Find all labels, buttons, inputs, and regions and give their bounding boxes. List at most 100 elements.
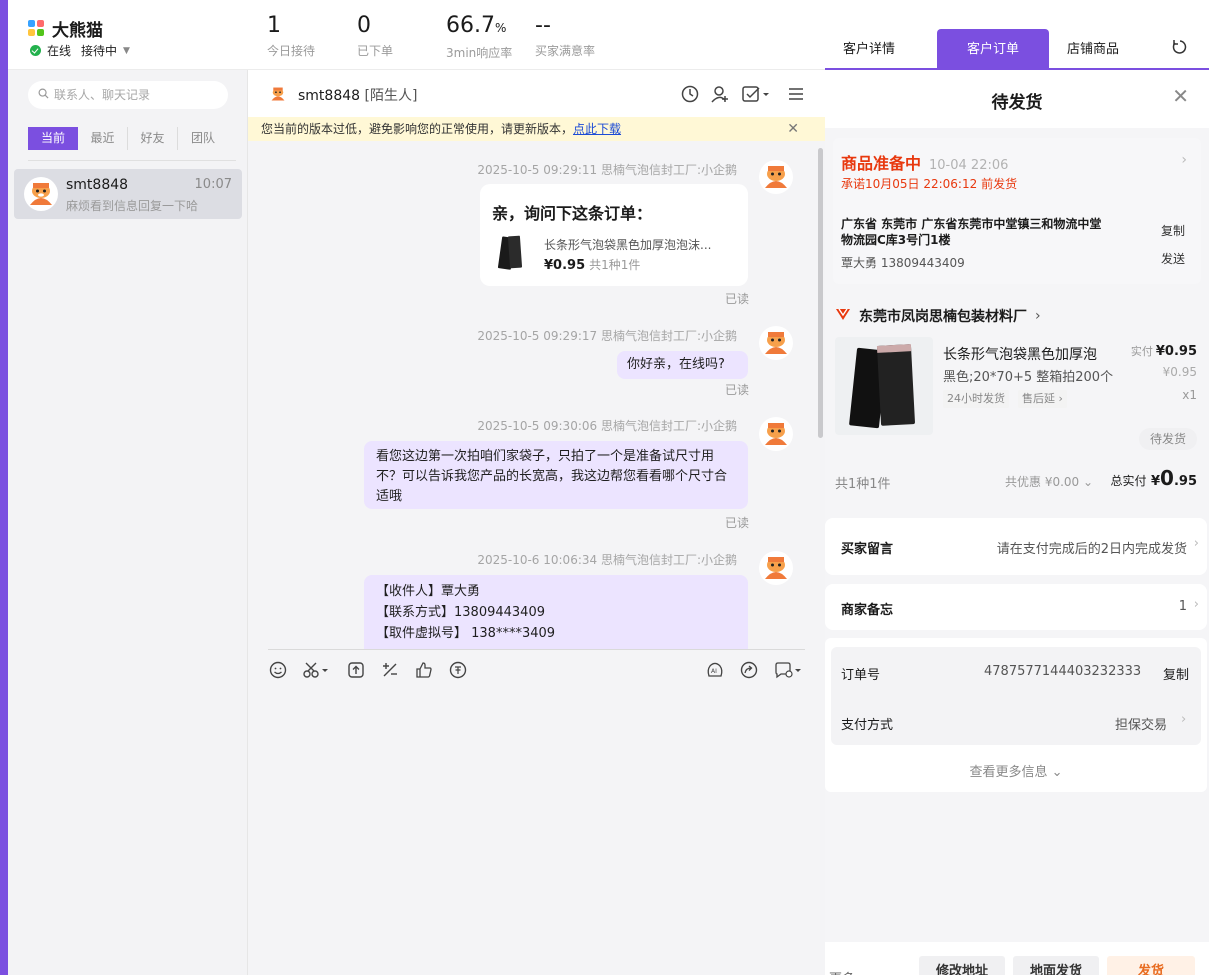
chat-panel: smt8848 [陌生人] 您当前的版本过低，避免影响您的正常使用，请更新版本，… [248,70,825,975]
message-meta: 2025-10-5 09:29:11 思楠气泡信封工厂:小企鹅 [477,163,737,177]
send-address-button[interactable]: 发送 [1161,250,1185,267]
chat-name: smt8848 [298,88,361,104]
tab-customer-detail[interactable]: 客户详情 [825,29,913,68]
buyer-note-row[interactable]: 买家留言 请在支付完成后的2日内完成发货 › [825,518,1207,575]
stat-orders: 0 已下单 [357,12,393,59]
customer-panel: 客户详情 客户订单 店铺商品 待发货 ✕ 商品准备中 10-04 22:06 承诺… [825,0,1209,975]
read-status: 已读 [724,383,749,397]
stat-value: 0 [357,13,371,38]
product-tag[interactable]: 售后延 › [1018,390,1067,408]
stat-label: 已下单 [357,44,394,58]
contact-item[interactable]: smt8848 10:07 麻烦看到信息回复一下哈 [14,169,242,219]
tab-current[interactable]: 当前 [28,127,78,150]
chat-header: smt8848 [陌生人] [248,70,825,117]
real-label: 实付 [1130,345,1153,358]
user-icon[interactable] [710,84,730,104]
search-input[interactable] [54,88,214,102]
close-icon[interactable]: ✕ [787,117,799,141]
chevron-right-icon[interactable]: › [1181,152,1187,168]
message-meta: 2025-10-6 10:06:34 思楠气泡信封工厂:小企鹅 [477,553,737,567]
original-price: ¥0.95 [1162,365,1197,379]
order-action-bar: 更多 修改地址 地面发货 发货 [825,942,1209,975]
penguin-avatar-icon [759,551,793,589]
thumbs-up-icon[interactable] [414,660,434,684]
order-inquiry-card[interactable]: 亲，询问下这条订单： 长条形气泡袋黑色加厚泡泡沫... ¥0.95 共1种1件 [480,184,748,286]
discount-icon[interactable] [380,660,400,684]
tab-recent[interactable]: 最近 [78,127,128,150]
chevron-down-icon[interactable]: ▼ [123,46,130,56]
order-header: 待发货 ✕ [825,70,1209,128]
more-actions-button[interactable]: 更多 [829,968,855,975]
stat-value: 66.7 [446,13,495,38]
buyer-note-value: 请在支付完成后的2日内完成发货 [996,542,1187,557]
close-icon[interactable]: ✕ [1172,84,1189,108]
scissors-icon[interactable] [302,660,330,684]
order-no-label: 订单号 [841,668,881,683]
copy-address-button[interactable]: 复制 [1161,222,1185,239]
product-tag: 24小时发货 [943,390,1009,408]
stat-label: 3min响应率 [446,46,513,60]
translate-icon[interactable] [448,660,468,684]
contact-preview: 麻烦看到信息回复一下哈 [66,199,199,213]
update-notice: 您当前的版本过低，避免影响您的正常使用，请更新版本，点此下载 ✕ [248,117,825,141]
order-count: 共1种1件 [835,477,891,492]
merchant-memo-value: 1 [1178,599,1187,614]
chat-contact-name: smt8848 [陌生人] [298,85,417,105]
shipping-address: 广东省 东莞市 广东省东莞市中堂镇三和物流中堂物流园C库3号门1楼 [841,217,1102,247]
total-paid: 总实付 ¥0.95 [1110,466,1197,490]
buyer-note-label: 买家留言 [841,542,894,557]
scrollbar[interactable] [818,148,823,438]
ship-promise: 承诺10月05日 22:06:12 前发货 [841,177,1018,191]
ai-icon[interactable]: AI [705,660,725,684]
notice-text: 您当前的版本过低，避免影响您的正常使用，请更新版本， [261,122,574,136]
tab-team[interactable]: 团队 [178,127,228,150]
refresh-icon[interactable] [1171,38,1189,60]
search-box[interactable] [28,81,228,109]
discount-summary[interactable]: 共优惠 ¥0.00 ⌄ [1005,473,1093,490]
product-name: 长条形气泡袋黑色加厚泡 [943,347,1097,363]
app-logo-icon [28,19,46,38]
card-count: 共1种1件 [589,258,641,272]
real-price: ¥0.95 [1155,344,1197,359]
chat-tag: [陌生人] [364,88,418,104]
copy-order-button[interactable]: 复制 [1163,664,1189,683]
message-line: 【取件虚拟号】 138****3409 [376,626,556,641]
share-icon[interactable] [739,660,759,684]
ship-button[interactable]: 发货 [1107,956,1195,975]
menu-icon[interactable] [786,84,806,104]
card-title: 亲，询问下这条订单： [492,204,653,223]
shop-link[interactable]: 东莞市凤岗思楠包装材料厂 › [835,306,1041,326]
upload-icon[interactable] [346,660,366,684]
penguin-avatar-icon [759,160,793,198]
read-status: 已读 [724,516,749,530]
shop-name: 东莞市凤岗思楠包装材料厂 [859,309,1027,325]
tab-shop-products[interactable]: 店铺商品 [1049,29,1137,68]
more-info-link[interactable]: 查看更多信息 ⌄ [825,761,1207,780]
tab-customer-orders[interactable]: 客户订单 [937,29,1049,68]
emoji-icon[interactable] [268,660,288,684]
contact-time: 10:07 [194,177,232,192]
product-image[interactable] [835,337,933,435]
quick-reply-icon[interactable] [773,660,803,684]
message-bubble: 看您这边第一次拍咱们家袋子，只拍了一个是准备试尺寸用不？可以告诉我您产品的长宽高… [364,441,748,509]
order-status-box: 商品准备中 10-04 22:06 承诺10月05日 22:06:12 前发货 ›… [833,138,1201,284]
stat-label: 买家满意率 [535,44,596,58]
chevron-right-icon: › [1193,536,1199,551]
task-check-icon[interactable] [741,84,771,104]
edit-address-button[interactable]: 修改地址 [919,956,1005,975]
input-toolbar: AI [268,660,805,682]
top-bar: 大熊猫 在线 接待中 ▼ 1 今日接待 0 已下单 66.7% 3min响应率 … [8,0,825,70]
history-icon[interactable] [680,84,700,104]
penguin-avatar-icon [268,84,288,108]
local-ship-button[interactable]: 地面发货 [1013,956,1099,975]
chevron-right-icon: › [1181,712,1187,727]
download-link[interactable]: 点此下载 [573,122,621,136]
stat-satisfaction: -- 买家满意率 [535,12,595,59]
pay-label: 支付方式 [841,718,894,733]
agent-status[interactable]: 在线 接待中 ▼ [30,42,130,59]
merchant-memo-row[interactable]: 商家备忘 1 › [825,584,1207,630]
status-title: 商品准备中 [841,154,922,173]
customer-tabs: 客户详情 客户订单 店铺商品 [825,0,1209,70]
tab-friends[interactable]: 好友 [128,127,178,150]
penguin-avatar-icon [759,417,793,455]
